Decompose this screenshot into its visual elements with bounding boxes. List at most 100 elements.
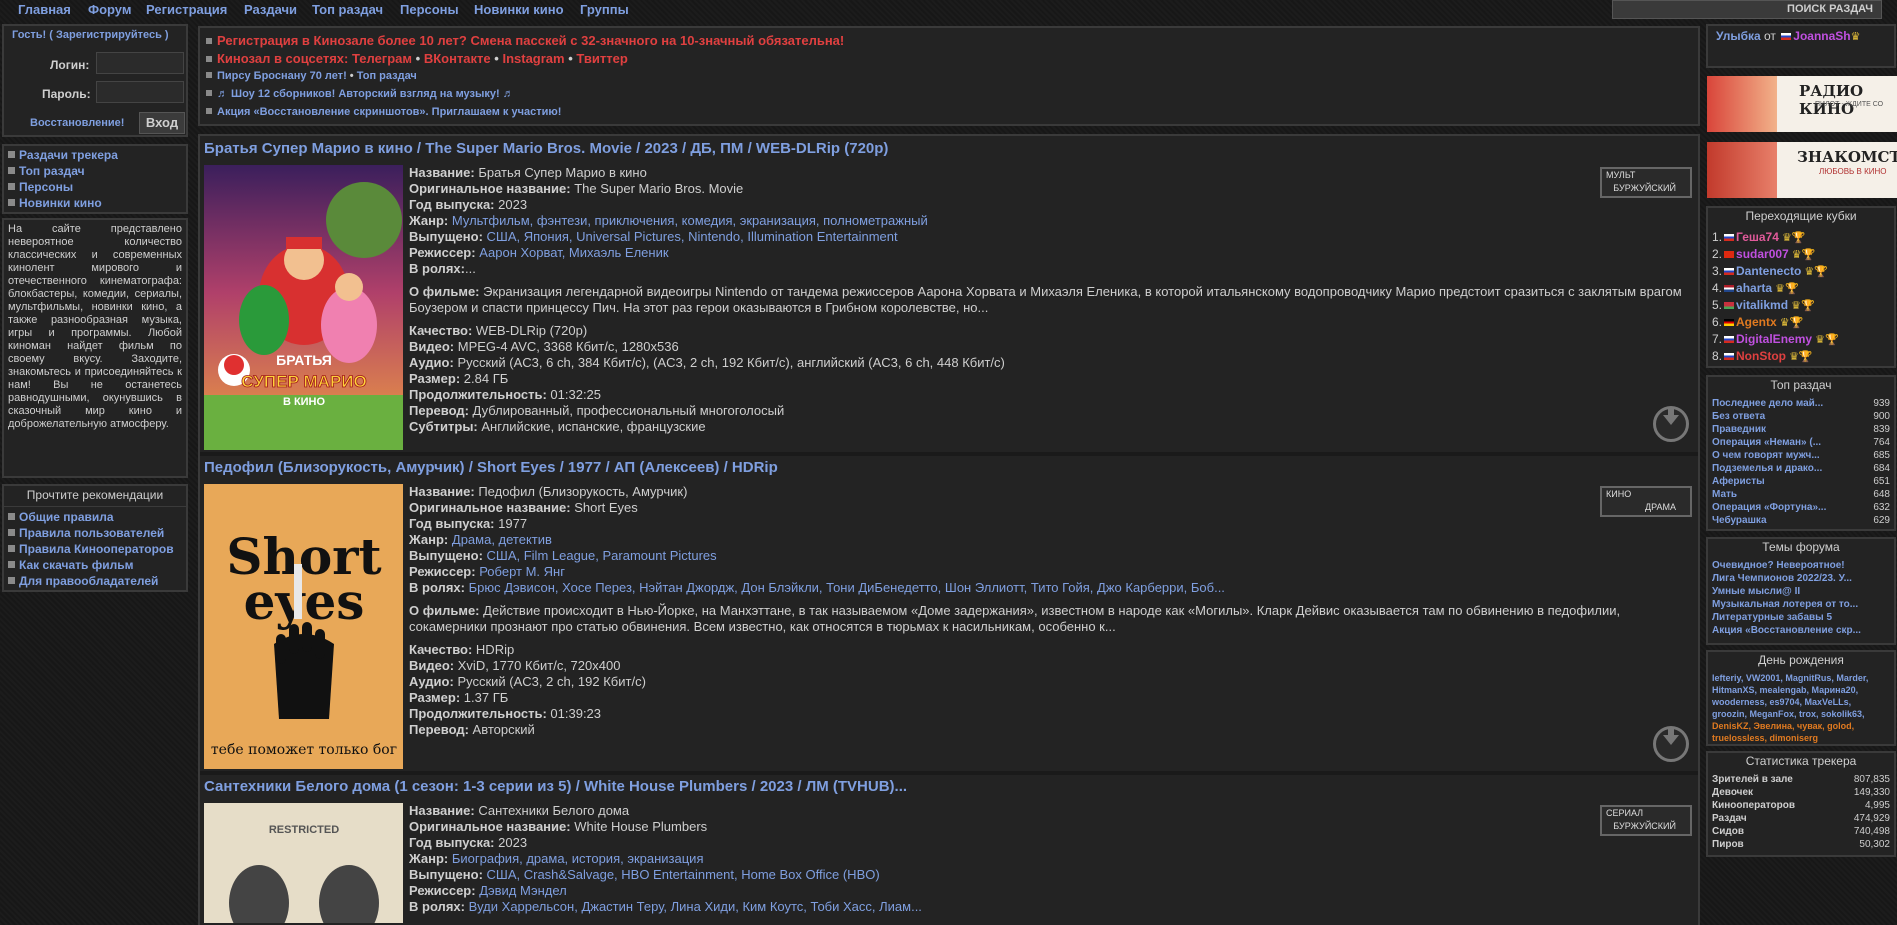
birthday-users-line[interactable]: truelossless, dimoniserg <box>1712 733 1890 743</box>
movie-title-link[interactable]: Сантехники Белого дома (1 сезон: 1-3 сер… <box>204 778 907 795</box>
director-links[interactable]: Дэвид Мэндел <box>479 883 567 898</box>
studio-links[interactable]: США, Crash&Salvage, HBO Entertainment, H… <box>487 867 880 882</box>
dating-banner[interactable]: ЗНАКОМСТ ЛЮБОВЬ В КИНО <box>1707 142 1897 198</box>
rule-general[interactable]: Общие правила <box>8 510 114 524</box>
nav-home[interactable]: Главная <box>18 2 71 17</box>
left-link-releases[interactable]: Раздачи трекера <box>8 148 118 162</box>
director-links[interactable]: Аарон Хорват, Михаэль Еленик <box>479 245 668 260</box>
download-icon[interactable] <box>1653 406 1689 442</box>
director-links[interactable]: Роберт М. Янг <box>479 564 565 579</box>
cast-links[interactable]: Вуди Харрельсон, Джастин Теру, Лина Хиди… <box>469 899 922 914</box>
birthday-users-line[interactable]: HitmanXS, mealengab, Марина20, <box>1712 685 1890 695</box>
movie-poster[interactable]: БРАТЬЯ СУПЕР МАРИО В КИНО <box>204 165 403 450</box>
download-icon[interactable] <box>1653 726 1689 762</box>
news-music-show[interactable]: ♬ Шоу 12 сборников! Авторский взгляд на … <box>206 88 514 100</box>
genre-links[interactable]: Мультфильм, фэнтези, приключения, комеди… <box>452 213 928 228</box>
social-telegram[interactable]: Телеграм <box>352 51 412 66</box>
top-release-link[interactable]: О чем говорят мужч... 685 <box>1712 450 1890 461</box>
stats-title: Статистика трекера <box>1745 754 1857 768</box>
genre-links[interactable]: Драма, детектив <box>452 532 552 547</box>
forum-topic-link[interactable]: Музыкальная лотерея от то... <box>1712 599 1890 610</box>
category-badge[interactable]: МУЛЬТ БУРЖУЙСКИЙ <box>1600 167 1692 198</box>
search-releases-button[interactable]: ПОИСК РАЗДАЧ <box>1612 0 1882 19</box>
left-link-top[interactable]: Топ раздач <box>8 164 85 178</box>
cup-user-link[interactable]: aharta <box>1736 281 1772 295</box>
rule-operators[interactable]: Правила Кинооператоров <box>8 542 174 556</box>
cup-user-link[interactable]: vitalikmd <box>1736 298 1788 312</box>
top-release-link[interactable]: Последнее дело май... 939 <box>1712 398 1890 409</box>
social-vk[interactable]: ВКонтакте <box>424 51 491 66</box>
birthday-users-line[interactable]: DenisKZ, Эвелина, чувак, golod, <box>1712 721 1890 731</box>
studio-links[interactable]: США, Япония, Universal Pictures, Nintend… <box>487 229 898 244</box>
social-instagram[interactable]: Instagram <box>502 51 564 66</box>
forum-topic-link[interactable]: Умные мысли@ II <box>1712 586 1890 597</box>
movie-title-link[interactable]: Педофил (Близорукость, Амурчик) / Short … <box>204 459 778 476</box>
trophy-icon: ♛🏆 <box>1776 317 1804 329</box>
top-release-link[interactable]: Подземелья и драко... 684 <box>1712 463 1890 474</box>
rule-copyright[interactable]: Для правообладателей <box>8 574 158 588</box>
news-screenshots[interactable]: Акция «Восстановление скриншотов». Пригл… <box>206 106 561 118</box>
nav-forum[interactable]: Форум <box>88 2 131 17</box>
bullet-icon <box>8 529 15 536</box>
social-twitter[interactable]: Твиттер <box>576 51 627 66</box>
smile-user-link[interactable]: JoannaSh <box>1793 29 1850 43</box>
password-input[interactable] <box>96 81 184 103</box>
smile-link[interactable]: Улыбка <box>1716 29 1761 43</box>
left-link-new[interactable]: Новинки кино <box>8 196 102 210</box>
movie-title-link[interactable]: Братья Супер Марио в кино / The Super Ma… <box>204 140 888 157</box>
nav-groups[interactable]: Группы <box>580 2 629 17</box>
about-text: На сайте представлено невероятное количе… <box>2 218 188 478</box>
trophy-icon: ♛🏆 <box>1788 249 1816 261</box>
top-release-link[interactable]: Мать 648 <box>1712 489 1890 500</box>
forum-topic-link[interactable]: Литературные забавы 5 <box>1712 612 1890 623</box>
forum-topic-link[interactable]: Очевидное? Невероятное! <box>1712 560 1890 571</box>
forum-box: Темы форума Очевидное? Невероятное! Лига … <box>1706 537 1896 645</box>
top-release-link[interactable]: Операция «Фортуна»... 632 <box>1712 502 1890 513</box>
genre-links[interactable]: Биография, драма, история, экранизация <box>452 851 704 866</box>
short-eyes-poster-image: Short eyes тебе поможет только бог <box>204 484 403 769</box>
forum-topic-link[interactable]: Акция «Восстановление скр... <box>1712 625 1890 636</box>
news-passkey[interactable]: Регистрация в Кинозале более 10 лет? Сме… <box>206 33 844 48</box>
rule-download[interactable]: Как скачать фильм <box>8 558 134 572</box>
trophy-icon: ♛🏆 <box>1786 351 1813 363</box>
studio-links[interactable]: США, Film League, Paramount Pictures <box>487 548 717 563</box>
cup-user-link[interactable]: DigitalEnemy <box>1736 332 1812 346</box>
trophy-icon: ♛🏆 <box>1801 266 1828 278</box>
news-brosnan-link[interactable]: Пирсу Броснану 70 лет! <box>217 70 347 82</box>
nav-new-movies[interactable]: Новинки кино <box>474 2 564 17</box>
cup-user-link[interactable]: Agentx <box>1736 315 1777 329</box>
login-button[interactable]: Вход <box>139 112 185 134</box>
left-link-persons[interactable]: Персоны <box>8 180 73 194</box>
top-release-link[interactable]: Аферисты 651 <box>1712 476 1890 487</box>
movie-poster[interactable]: RESTRICTED <box>204 803 403 923</box>
rule-users[interactable]: Правила пользователей <box>8 526 164 540</box>
nav-persons[interactable]: Персоны <box>400 2 459 17</box>
guest-register-link[interactable]: Гость! ( Зарегистрируйтесь ) <box>12 29 169 41</box>
cup-user-link[interactable]: Геша74 <box>1736 230 1779 244</box>
forum-title: Темы форума <box>1762 540 1840 554</box>
top-release-link[interactable]: Праведник 839 <box>1712 424 1890 435</box>
login-input[interactable] <box>96 52 184 74</box>
top-release-link[interactable]: Чебурашка 629 <box>1712 515 1890 526</box>
category-badge[interactable]: СЕРИАЛ БУРЖУЙСКИЙ <box>1600 805 1692 836</box>
forum-topic-link[interactable]: Лига Чемпионов 2022/23. У... <box>1712 573 1890 584</box>
restore-link[interactable]: Восстановление! <box>30 117 124 129</box>
cup-user-link[interactable]: sudar007 <box>1736 247 1789 261</box>
birthday-users-line[interactable]: groozin, MeganFox, trox, sokolik63, <box>1712 709 1890 719</box>
birthday-users-line[interactable]: lefteriy, VW2001, MagnitRus, Marder, <box>1712 673 1890 683</box>
movie-poster[interactable]: Short eyes тебе поможет только бог <box>204 484 403 769</box>
nav-registration[interactable]: Регистрация <box>146 2 227 17</box>
cup-user-link[interactable]: Dantenecto <box>1736 264 1801 278</box>
news-box: Регистрация в Кинозале более 10 лет? Сме… <box>198 26 1700 126</box>
nav-top[interactable]: Топ раздач <box>312 2 383 17</box>
top-release-link[interactable]: Операция «Неман» (... 764 <box>1712 437 1890 448</box>
cast-links[interactable]: Брюс Дэвисон, Хосе Перез, Нэйтан Джордж,… <box>469 580 1225 595</box>
radio-kino-banner[interactable]: РАДИО КИНО ПИЛОТ - ЖДИТЕ СО <box>1707 76 1897 132</box>
nav-releases[interactable]: Раздачи <box>244 2 297 17</box>
rules-box: Прочтите рекомендации Общие правила Прав… <box>2 484 188 592</box>
birthday-users-line[interactable]: wooderness, es9704, MaxVeLLs, <box>1712 697 1890 707</box>
top-release-link[interactable]: Без ответа 900 <box>1712 411 1890 422</box>
news-top-link[interactable]: Топ раздач <box>357 70 417 82</box>
category-badge[interactable]: КИНО ДРАМА <box>1600 486 1692 517</box>
cup-user-link[interactable]: NonStop <box>1736 349 1786 363</box>
